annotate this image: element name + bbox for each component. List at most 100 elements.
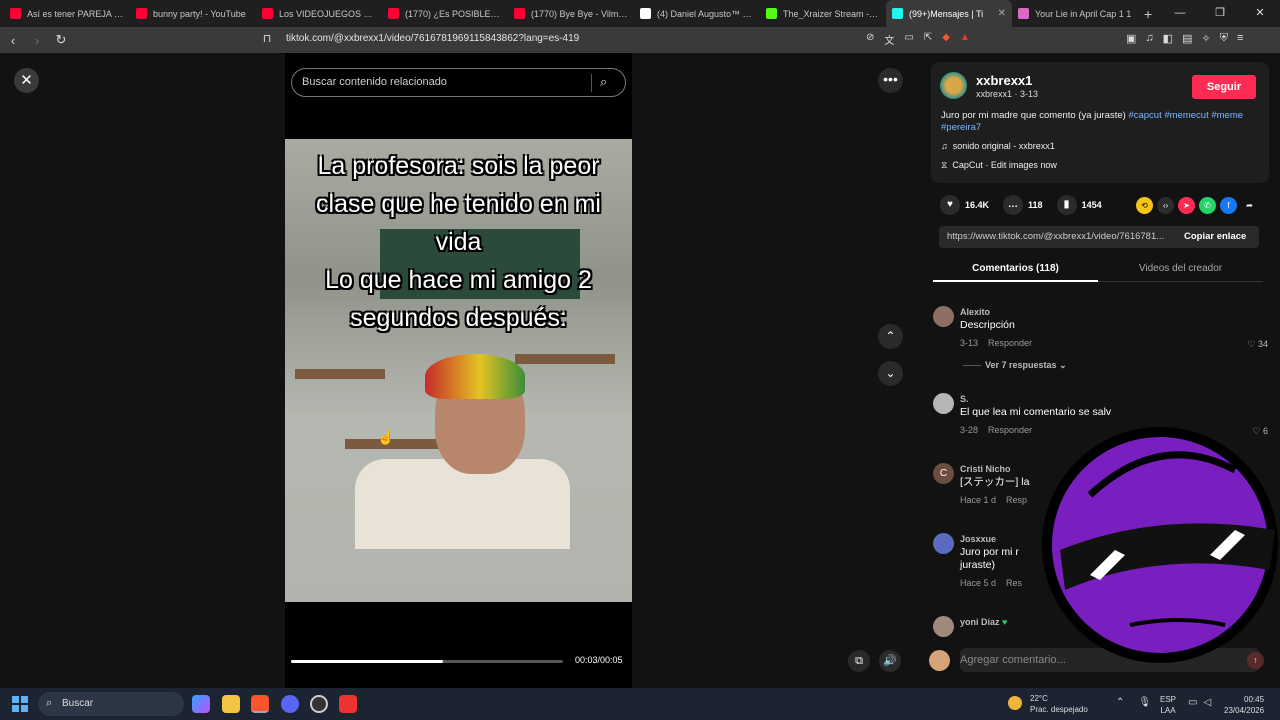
brave-rewards-icon[interactable]: ▲ — [960, 32, 970, 47]
bookmark-icon[interactable]: ⊓ — [256, 32, 278, 45]
url-field[interactable]: tiktok.com/@xxbrexx1/video/7616781969115… — [286, 33, 579, 44]
menu-icon[interactable]: ≡ — [1237, 32, 1243, 45]
search-icon[interactable]: ⌕ — [600, 74, 607, 90]
tab-creator-videos[interactable]: Videos del creador — [1098, 263, 1263, 274]
comment-likes[interactable]: ♡ 34 — [1247, 339, 1268, 350]
cast-icon[interactable]: ▭ — [904, 32, 913, 47]
close-tab-icon[interactable]: ✕ — [998, 8, 1006, 19]
comment-icon[interactable]: … — [1003, 195, 1024, 215]
whatsapp-icon[interactable]: ✆ — [1199, 197, 1216, 214]
file-explorer-icon[interactable] — [222, 695, 240, 713]
browser-tab[interactable]: (1770) Bye Bye - Vilma Pal — [508, 0, 634, 27]
commenter-avatar[interactable] — [933, 306, 954, 327]
language-indicator[interactable]: ESP LAA — [1160, 694, 1176, 716]
music-note-icon: ♫ — [941, 141, 948, 151]
share-icons: ⟲ ‹› ➤ ✆ f ➦ — [1136, 197, 1258, 214]
browser-tab[interactable]: (1770) ¿Es POSIBLE amar e — [382, 0, 508, 27]
save-stat[interactable]: ▮ 1454 — [1056, 195, 1102, 215]
commenter-name[interactable]: S. — [960, 394, 969, 404]
comment-meta: 3-13 Responder — [960, 338, 1032, 348]
brave-shield-icon[interactable]: ◆ — [942, 32, 950, 47]
commenter-name[interactable]: yoni Díaz ♥ — [960, 617, 1007, 627]
maximize-icon[interactable]: ❐ — [1200, 0, 1240, 27]
chevron-up-icon[interactable]: ⌃ — [1116, 697, 1124, 708]
video-frame[interactable]: La profesora: sois la peor clase que he … — [285, 139, 632, 602]
previous-video-button[interactable]: ⌃ — [878, 324, 903, 349]
sound-link[interactable]: ♫ sonido original - xxbrexx1 — [941, 141, 1055, 151]
close-window-icon[interactable]: ✕ — [1240, 0, 1280, 27]
commenter-avatar[interactable]: C — [933, 463, 954, 484]
comment-stat[interactable]: … 118 — [1003, 195, 1043, 215]
commenter-avatar[interactable] — [933, 616, 954, 637]
browser-tab[interactable]: (99+)Mensajes | Ti ✕ — [886, 0, 1012, 27]
commenter-name[interactable]: Alexito — [960, 307, 990, 317]
browser-tab[interactable]: The_Xraizer Stream - Watc — [760, 0, 886, 27]
bookmark-icon[interactable]: ▮ — [1056, 195, 1077, 215]
engagement-stats: ♥ 16.4K … 118 ▮ 1454 — [940, 195, 1116, 215]
capcut-icon: ⧖ — [941, 160, 948, 170]
volume-button[interactable]: 🔊 — [879, 650, 901, 672]
tab-favicon-icon — [766, 8, 777, 19]
heart-emoji-icon: ♥ — [1002, 617, 1008, 627]
wallet-icon[interactable]: ▤ — [1182, 32, 1192, 45]
new-tab-button[interactable]: + — [1144, 6, 1152, 22]
commenter-name[interactable]: Josxxue — [960, 534, 996, 544]
video-time: 00:03/00:05 — [575, 655, 623, 665]
language-variant: LAA — [1160, 706, 1176, 715]
browser-tab[interactable]: (4) Daniel Augusto™ on X: — [634, 0, 760, 27]
capcut-link[interactable]: ⧖ CapCut · Edit images now — [941, 160, 1057, 171]
copilot-icon[interactable] — [192, 695, 210, 713]
back-icon[interactable]: ‹ — [2, 33, 24, 48]
facebook-icon[interactable]: f — [1220, 197, 1237, 214]
commenter-avatar[interactable] — [933, 393, 954, 414]
repost-icon[interactable]: ⟲ — [1136, 197, 1153, 214]
copy-link-button[interactable]: Copiar enlace — [1184, 231, 1246, 242]
tab-title: Los VIDEOJUEGOS FLASH — [279, 8, 376, 19]
system-clock[interactable]: 00:45 23/04/2026 — [1224, 694, 1264, 716]
floating-player-button[interactable]: ⧉ — [848, 650, 870, 672]
browser-tab[interactable]: Así es tener PAREJA en VE — [4, 0, 130, 27]
leo-icon[interactable]: ✧ — [1201, 32, 1210, 45]
creator-avatar[interactable] — [940, 72, 967, 99]
browser-tab[interactable]: Los VIDEOJUEGOS FLASH — [256, 0, 382, 27]
obs-icon[interactable] — [310, 695, 328, 713]
media-icon[interactable]: ♫ — [1145, 32, 1153, 45]
brave-browser-icon[interactable] — [251, 695, 269, 713]
tab-comments[interactable]: Comentarios (118) — [933, 263, 1098, 274]
forward-icon[interactable]: › — [26, 33, 48, 48]
video-link-url[interactable]: https://www.tiktok.com/@xxbrexx1/video/7… — [947, 231, 1171, 242]
taskbar-search[interactable]: ⌕ Buscar — [38, 692, 184, 716]
reply-button[interactable]: Responder — [988, 338, 1032, 348]
microphone-icon[interactable]: 🎙 — [1138, 697, 1151, 708]
heart-icon[interactable]: ♥ — [940, 195, 960, 215]
app-icon[interactable] — [339, 695, 357, 713]
embed-icon[interactable]: ‹› — [1157, 197, 1174, 214]
browser-tab[interactable]: Your Lie in April Cap 1 1 — [1012, 0, 1138, 27]
creator-username[interactable]: xxbrexx1 — [976, 73, 1032, 88]
video-progress-bar[interactable] — [291, 660, 563, 663]
browser-tab[interactable]: bunny party! - YouTube — [130, 0, 256, 27]
no-translate-icon[interactable]: ⊘ — [866, 32, 874, 47]
related-search-input[interactable]: Buscar contenido relacionado ⌕ — [291, 68, 626, 97]
discord-icon[interactable] — [281, 695, 299, 713]
minimize-icon[interactable]: — — [1160, 0, 1200, 27]
windows-start-icon[interactable] — [12, 696, 28, 712]
share-arrow-icon[interactable]: ➦ — [1241, 197, 1258, 214]
like-stat[interactable]: ♥ 16.4K — [940, 195, 989, 215]
next-video-button[interactable]: ⌄ — [878, 361, 903, 386]
sidebar-toggle-icon[interactable]: ▣ — [1126, 32, 1136, 45]
tab-favicon-icon — [640, 8, 651, 19]
share-page-icon[interactable]: ⇱ — [924, 32, 932, 47]
network-volume-group[interactable]: ▭ ◁ — [1188, 697, 1211, 708]
view-replies-button[interactable]: Ver 7 respuestas ⌄ — [963, 360, 1067, 371]
reload-icon[interactable]: ↻ — [50, 32, 72, 48]
commenter-avatar[interactable] — [933, 533, 954, 554]
more-options-button[interactable]: ••• — [878, 68, 903, 93]
commenter-name[interactable]: Cristi Nicho — [960, 464, 1011, 474]
send-to-friends-icon[interactable]: ➤ — [1178, 197, 1195, 214]
follow-button[interactable]: Seguir — [1192, 75, 1256, 99]
reader-icon[interactable]: ◧ — [1163, 32, 1173, 45]
translate-icon[interactable]: 文 — [884, 32, 894, 47]
vpn-icon[interactable]: ⛨ — [1220, 32, 1228, 45]
close-video-button[interactable]: ✕ — [14, 68, 39, 93]
